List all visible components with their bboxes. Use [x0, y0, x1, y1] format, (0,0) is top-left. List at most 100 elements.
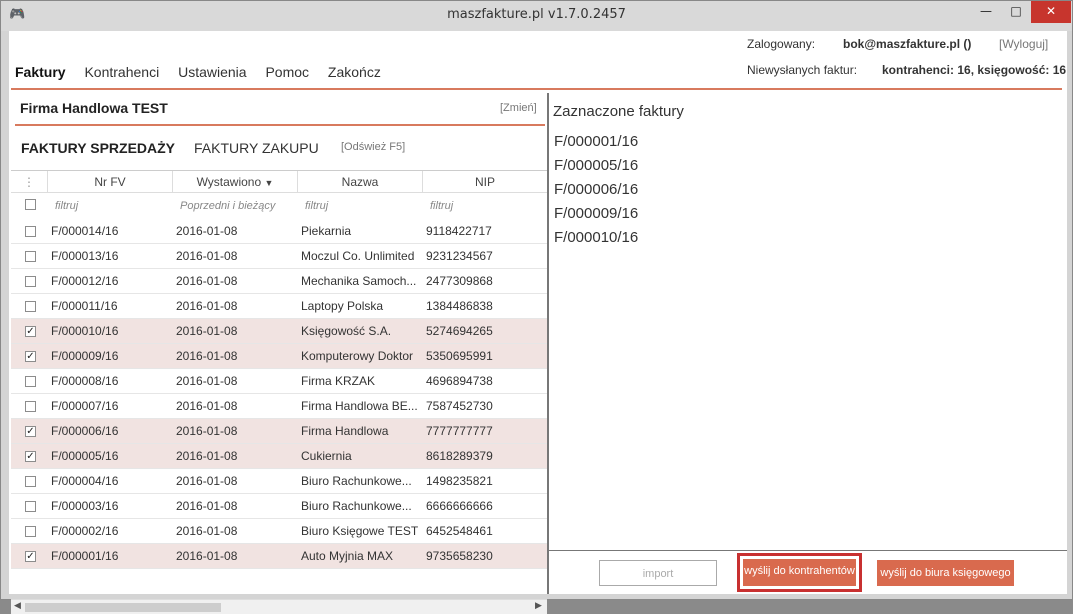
- refresh-link[interactable]: [Odśwież F5]: [341, 141, 405, 153]
- row-checkbox[interactable]: [25, 226, 36, 237]
- column-header-name[interactable]: Nazwa: [297, 171, 422, 192]
- unsent-value: kontrahenci: 16, księgowość: 16: [882, 63, 1067, 77]
- row-checkbox[interactable]: ✓: [25, 451, 36, 462]
- filter-date[interactable]: Poprzedni i bieżący: [174, 193, 297, 219]
- issue-date-cell: 2016-01-08: [176, 424, 238, 438]
- row-checkbox[interactable]: [25, 501, 36, 512]
- tab-purchase-invoices[interactable]: FAKTURY ZAKUPU: [194, 140, 319, 156]
- selected-invoice-item: F/000010/16: [554, 229, 639, 246]
- table-row[interactable]: ✓ F/000009/16 2016-01-08 Komputerowy Doktor…: [11, 344, 547, 369]
- import-button[interactable]: import: [599, 560, 717, 586]
- menu-item-faktury[interactable]: Faktury: [15, 64, 66, 80]
- table-row[interactable]: F/000013/16 2016-01-08 Moczul Co. Unlimite…: [11, 244, 547, 269]
- table-row[interactable]: F/000014/16 2016-01-08 Piekarnia 9118422717: [11, 219, 547, 244]
- table-row[interactable]: ✓ F/000010/16 2016-01-08 Księgowość S.A. 527…: [11, 319, 547, 344]
- sort-down-icon: ▼: [264, 178, 274, 188]
- table-row[interactable]: F/000007/16 2016-01-08 Firma Handlowa BE..…: [11, 394, 547, 419]
- row-checkbox[interactable]: ✓: [25, 426, 36, 437]
- invoice-number-cell: F/000013/16: [51, 249, 119, 263]
- horizontal-scrollbar[interactable]: ◀ ▶: [11, 599, 547, 614]
- nip-cell: 6452548461: [426, 524, 493, 538]
- table-row[interactable]: F/000011/16 2016-01-08 Laptopy Polska 13844…: [11, 294, 547, 319]
- nip-cell: 7777777777: [426, 424, 493, 438]
- row-checkbox[interactable]: [25, 526, 36, 537]
- menu-item-kontrahenci[interactable]: Kontrahenci: [84, 64, 159, 80]
- issue-date-cell: 2016-01-08: [176, 224, 238, 238]
- row-checkbox[interactable]: [25, 376, 36, 387]
- panel-divider: [547, 93, 549, 594]
- invoice-number-cell: F/000012/16: [51, 274, 119, 288]
- invoice-number-cell: F/000010/16: [51, 324, 119, 338]
- issue-date-cell: 2016-01-08: [176, 324, 238, 338]
- menu-item-ustawienia[interactable]: Ustawienia: [178, 64, 246, 80]
- row-checkbox[interactable]: [25, 401, 36, 412]
- scrollbar-thumb[interactable]: [25, 603, 221, 612]
- selected-invoice-item: F/000001/16: [554, 133, 639, 150]
- nip-cell: 1384486838: [426, 299, 493, 313]
- nip-cell: 9118422717: [426, 224, 492, 238]
- row-checkbox[interactable]: [25, 301, 36, 312]
- table-row[interactable]: F/000003/16 2016-01-08 Biuro Rachunkowe...…: [11, 494, 547, 519]
- table-row[interactable]: ✓ F/000006/16 2016-01-08 Firma Handlowa 7777…: [11, 419, 547, 444]
- send-to-contractors-button[interactable]: wyślij do kontrahentów: [737, 553, 862, 592]
- contractor-name-cell: Firma KRZAK: [301, 374, 376, 388]
- filter-nip[interactable]: filtruj: [424, 193, 547, 219]
- row-checkbox[interactable]: ✓: [25, 326, 36, 337]
- invoice-number-cell: F/000001/16: [51, 549, 119, 563]
- contractor-name-cell: Księgowość S.A.: [301, 324, 392, 338]
- table-row[interactable]: ✓ F/000005/16 2016-01-08 Cukiernia 861828937…: [11, 444, 547, 469]
- filter-nr[interactable]: filtruj: [49, 193, 172, 219]
- filter-name[interactable]: filtruj: [299, 193, 422, 219]
- nip-cell: 9735658230: [426, 549, 493, 563]
- send-to-accounting-button[interactable]: wyślij do biura księgowego: [877, 560, 1014, 586]
- contractor-name-cell: Biuro Księgowe TEST: [301, 524, 419, 538]
- column-header-date[interactable]: Wystawiono ▼: [172, 171, 297, 192]
- contractor-name-cell: Laptopy Polska: [301, 299, 384, 313]
- invoice-number-cell: F/000009/16: [51, 349, 119, 363]
- change-company-link[interactable]: [Zmień]: [500, 102, 537, 114]
- scroll-right-icon[interactable]: ▶: [535, 601, 542, 611]
- selected-invoice-item: F/000009/16: [554, 205, 639, 222]
- invoice-grid: ⋮ Nr FV Wystawiono ▼ Nazwa NIP filtruj P…: [11, 170, 547, 587]
- tab-sales-invoices[interactable]: FAKTURY SPRZEDAŻY: [21, 140, 175, 156]
- unsent-label: Niewysłanych faktur:: [747, 63, 858, 77]
- maximize-button[interactable]: □: [1001, 1, 1031, 23]
- column-header-nr[interactable]: Nr FV: [47, 171, 172, 192]
- grid-handle[interactable]: ⋮: [11, 171, 47, 192]
- row-checkbox[interactable]: [25, 251, 36, 262]
- row-checkbox[interactable]: ✓: [25, 351, 36, 362]
- contractor-name-cell: Moczul Co. Unlimited: [301, 249, 415, 263]
- issue-date-cell: 2016-01-08: [176, 549, 238, 563]
- table-row[interactable]: F/000004/16 2016-01-08 Biuro Rachunkowe...…: [11, 469, 547, 494]
- column-header-nip[interactable]: NIP: [422, 171, 547, 192]
- contractor-name-cell: Mechanika Samoch...: [301, 274, 417, 288]
- contractor-name-cell: Firma Handlowa BE...: [301, 399, 418, 413]
- contractor-name-cell: Biuro Rachunkowe...: [301, 474, 412, 488]
- menu-item-zakoncz[interactable]: Zakończ: [328, 64, 381, 80]
- nip-cell: 5350695991: [426, 349, 493, 363]
- table-row[interactable]: ✓ F/000001/16 2016-01-08 Auto Myjnia MAX 973…: [11, 544, 547, 569]
- scroll-left-icon[interactable]: ◀: [14, 601, 21, 611]
- row-checkbox[interactable]: ✓: [25, 551, 36, 562]
- issue-date-cell: 2016-01-08: [176, 524, 238, 538]
- issue-date-cell: 2016-01-08: [176, 474, 238, 488]
- select-all-checkbox[interactable]: [25, 199, 36, 210]
- title-bar: 🎮 maszfakture.pl v1.7.0.2457 — □ ✕: [1, 1, 1072, 31]
- issue-date-cell: 2016-01-08: [176, 449, 238, 463]
- close-button[interactable]: ✕: [1031, 1, 1071, 23]
- row-checkbox[interactable]: [25, 476, 36, 487]
- table-row[interactable]: F/000008/16 2016-01-08 Firma KRZAK 46968947…: [11, 369, 547, 394]
- invoice-number-cell: F/000004/16: [51, 474, 119, 488]
- table-row[interactable]: F/000012/16 2016-01-08 Mechanika Samoch...…: [11, 269, 547, 294]
- nip-cell: 5274694265: [426, 324, 493, 338]
- menu-item-pomoc[interactable]: Pomoc: [265, 64, 309, 80]
- window-title: maszfakture.pl v1.7.0.2457: [447, 7, 626, 22]
- issue-date-cell: 2016-01-08: [176, 374, 238, 388]
- logout-link[interactable]: [Wyloguj]: [999, 37, 1048, 51]
- row-checkbox[interactable]: [25, 276, 36, 287]
- contractor-name-cell: Auto Myjnia MAX: [301, 549, 394, 563]
- issue-date-cell: 2016-01-08: [176, 299, 238, 313]
- table-row[interactable]: F/000002/16 2016-01-08 Biuro Księgowe TEST…: [11, 519, 547, 544]
- main-menu: Faktury Kontrahenci Ustawienia Pomoc Zak…: [15, 64, 396, 80]
- minimize-button[interactable]: —: [971, 1, 1001, 23]
